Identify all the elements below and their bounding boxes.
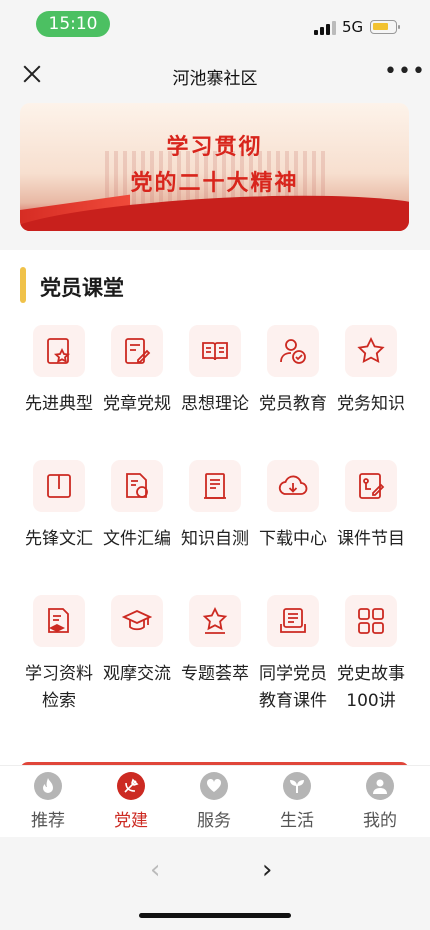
status-bar: 15:10 5G <box>0 0 430 52</box>
grid-item-label: 党务知识 <box>337 394 405 414</box>
grid-item-label: 同学党员教育课件 <box>259 664 327 711</box>
home-indicator <box>139 913 291 918</box>
grid-item-dangyuanjiaoyu[interactable]: 党员教育 <box>254 325 332 418</box>
grid-item-label: 专题荟萃 <box>181 664 249 684</box>
grid-item-label: 先进典型 <box>25 394 93 414</box>
battery-icon <box>370 20 400 34</box>
person-education-icon <box>267 325 319 377</box>
test-sheet-icon <box>189 460 241 512</box>
grid-item-label: 党史故事100讲 <box>337 664 405 711</box>
cloud-download-icon <box>267 460 319 512</box>
tab-shenghuo[interactable]: 生活 <box>267 772 327 831</box>
edit-document-icon <box>111 325 163 377</box>
grid-item-dangshigushi[interactable]: 党史故事100讲 <box>332 595 410 715</box>
star-document-icon <box>33 325 85 377</box>
network-type: 5G <box>342 18 364 36</box>
grid-item-xianjindianxing[interactable]: 先进典型 <box>20 325 98 418</box>
grid-item-tongxuedangyuan[interactable]: 同学党员教育课件 <box>254 595 332 715</box>
grid-item-label: 下载中心 <box>259 529 327 549</box>
party-classroom-card: 党员课堂 先进典型 党章党规 思想理论 党员教育 党务知识 先锋文汇 文件汇编 … <box>0 250 430 765</box>
grid-item-label: 课件节目 <box>337 529 405 549</box>
tab-wode[interactable]: 我的 <box>350 772 410 831</box>
star-icon <box>345 325 397 377</box>
tab-label: 我的 <box>363 811 397 831</box>
grid-item-xiazaizhongxin[interactable]: 下载中心 <box>254 460 332 553</box>
grid-item-label: 学习资料检索 <box>25 664 93 711</box>
forward-arrow-icon[interactable]: › <box>262 855 272 885</box>
signal-icon <box>314 21 336 35</box>
courseware-icon <box>345 460 397 512</box>
banner-title-line2: 党的二十大精神 <box>130 171 299 196</box>
book-icon <box>33 460 85 512</box>
page-title: 河池寨社区 <box>172 69 258 89</box>
grid-item-label: 思想理论 <box>181 394 249 414</box>
section-accent-bar <box>20 267 26 303</box>
grid-item-kejianjiemu[interactable]: 课件节目 <box>332 460 410 553</box>
tab-label: 党建 <box>114 811 148 831</box>
tab-label: 生活 <box>280 811 314 831</box>
grid-item-xianfengwenhui[interactable]: 先锋文汇 <box>20 460 98 553</box>
grid-item-zhuantihuicui[interactable]: 专题荟萃 <box>176 595 254 688</box>
back-arrow-icon[interactable]: ‹ <box>150 855 160 885</box>
grid-item-dangwuzhishi[interactable]: 党务知识 <box>332 325 410 418</box>
list-document-icon <box>267 595 319 647</box>
grid-item-label: 知识自测 <box>181 529 249 549</box>
search-document-icon <box>33 595 85 647</box>
grid-item-sixiangtheory[interactable]: 思想理论 <box>176 325 254 418</box>
grid-item-dangzhangdanggui[interactable]: 党章党规 <box>98 325 176 418</box>
heart-hand-icon <box>200 772 228 800</box>
nav-bar: 河池寨社区 ••• <box>0 52 430 98</box>
open-book-icon <box>189 325 241 377</box>
star-badge-icon <box>189 595 241 647</box>
banner-title-line1: 学习贯彻 <box>166 135 263 160</box>
tab-label: 推荐 <box>31 811 65 831</box>
grid-item-label: 党员教育 <box>259 394 327 414</box>
section-title: 党员课堂 <box>40 276 124 300</box>
tab-dangjian[interactable]: 党建 <box>101 772 161 831</box>
graduation-cap-icon <box>111 595 163 647</box>
user-icon <box>366 772 394 800</box>
grid-item-label: 观摩交流 <box>103 664 171 684</box>
tab-tuijian[interactable]: 推荐 <box>18 772 78 831</box>
grid-item-label: 先锋文汇 <box>25 529 93 549</box>
close-icon[interactable] <box>18 60 46 88</box>
grid-item-wenjianhuibian[interactable]: 文件汇编 <box>98 460 176 553</box>
grid-item-label: 党章党规 <box>103 394 171 414</box>
status-time: 15:10 <box>36 11 110 37</box>
more-options-icon[interactable]: ••• <box>384 61 426 83</box>
party-emblem-icon <box>117 772 145 800</box>
sprout-icon <box>283 772 311 800</box>
browser-toolbar: ‹ › <box>0 837 430 930</box>
party-file-icon <box>111 460 163 512</box>
tab-bar: 推荐 党建 服务 生活 我的 <box>0 765 430 837</box>
tab-label: 服务 <box>197 811 231 831</box>
grid-item-xuexiziliao[interactable]: 学习资料检索 <box>20 595 98 715</box>
grid-item-label: 文件汇编 <box>103 529 171 549</box>
banner[interactable]: 学习贯彻 党的二十大精神 <box>20 103 409 231</box>
tab-fuwu[interactable]: 服务 <box>184 772 244 831</box>
grid-item-zhishizice[interactable]: 知识自测 <box>176 460 254 553</box>
grid-icon <box>345 595 397 647</box>
grid-item-guanmojiaoliu[interactable]: 观摩交流 <box>98 595 176 688</box>
flame-icon <box>34 772 62 800</box>
